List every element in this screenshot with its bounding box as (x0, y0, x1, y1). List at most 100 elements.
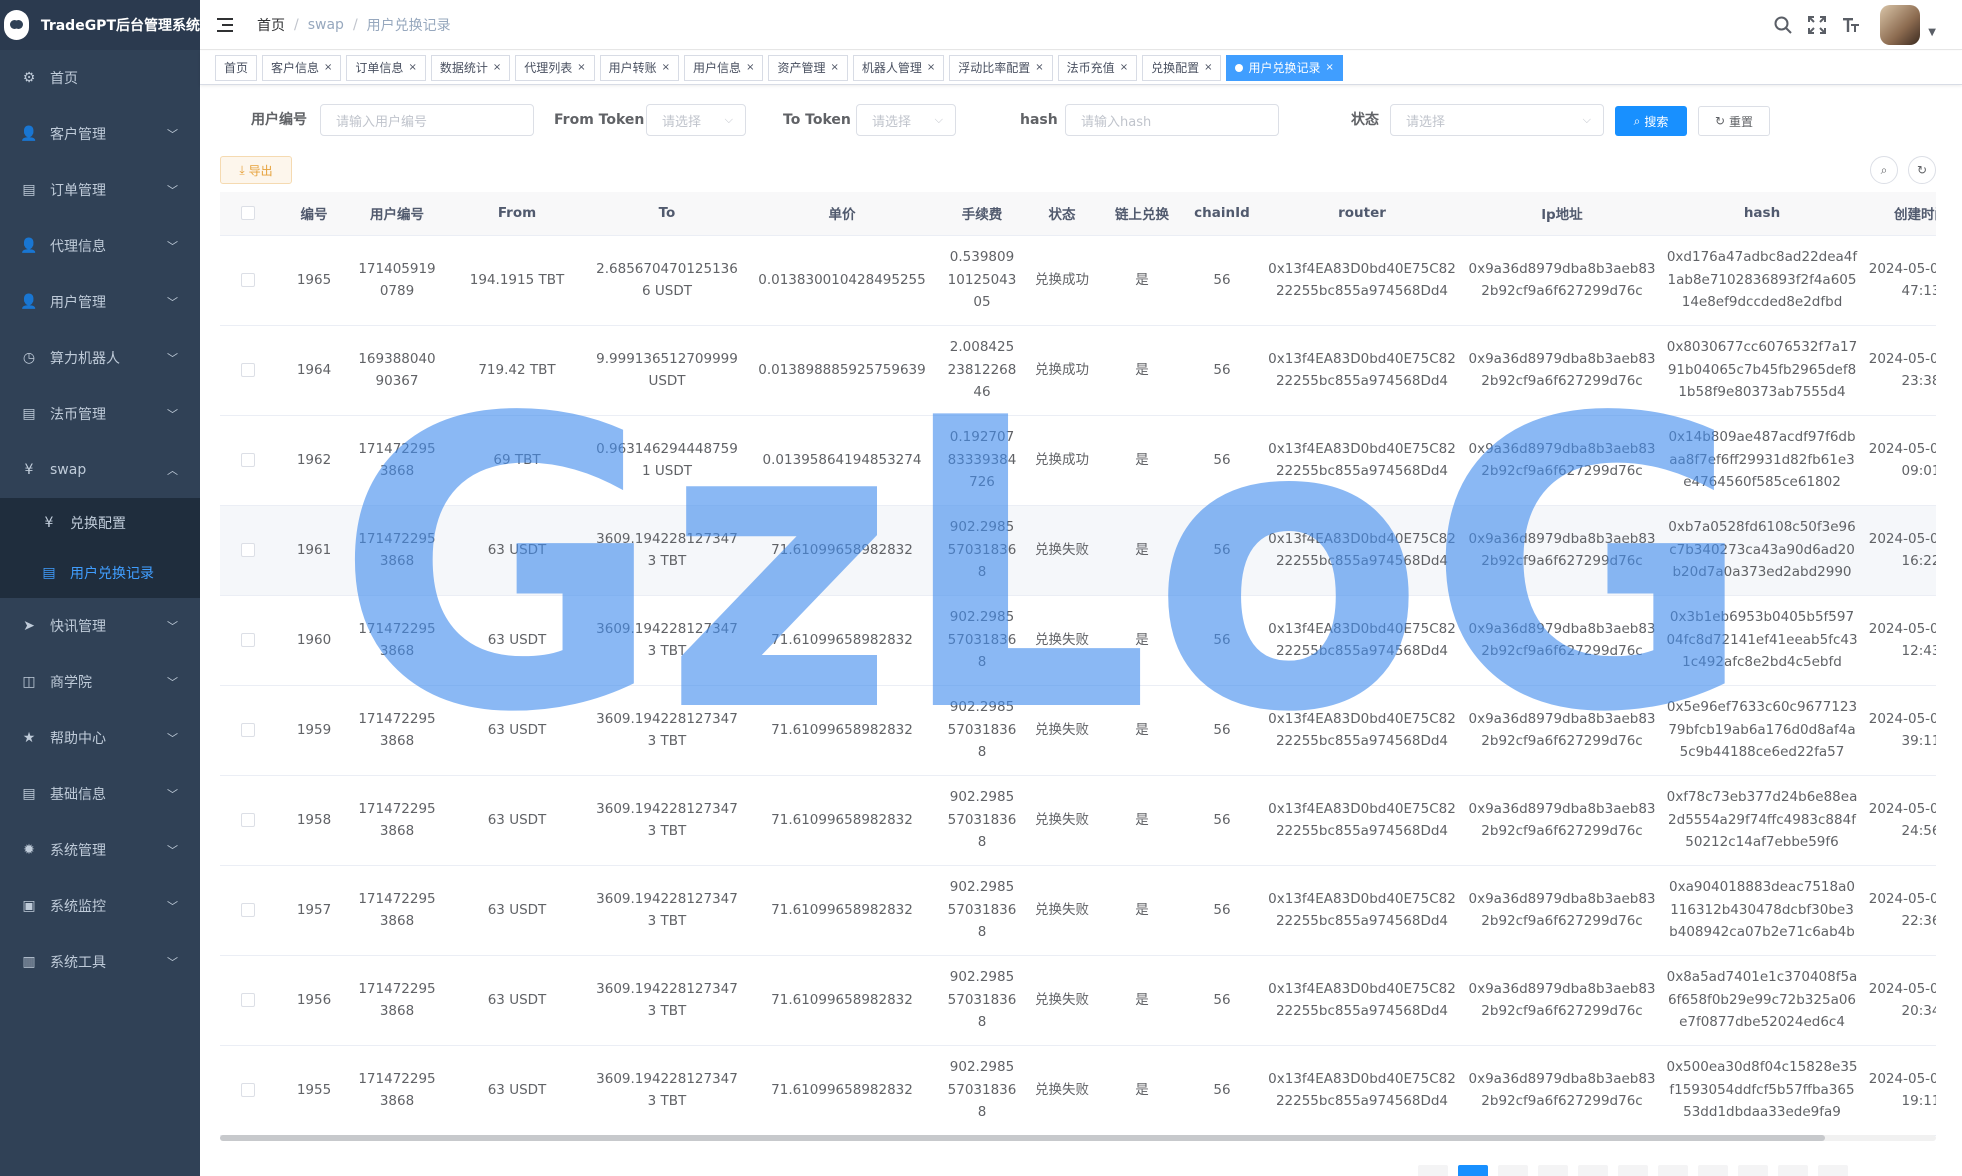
close-icon[interactable]: × (662, 62, 670, 73)
row-checkbox[interactable] (241, 542, 255, 557)
table-row[interactable]: 1955 1714722953868 63 USDT 3609.19422812734… (220, 1045, 1936, 1136)
tag-10[interactable]: 法币充值 × (1057, 54, 1138, 81)
tag-2[interactable]: 订单信息 × (346, 54, 426, 81)
tag-8[interactable]: 机器人管理 × (852, 54, 945, 81)
sidebar-item-swap-config[interactable]: ¥ 兑换配置 (0, 498, 200, 548)
cell-to: 3609.1942281273473 TBT (592, 775, 742, 866)
search-button[interactable]: ⌕ 搜索 (1615, 106, 1687, 136)
close-icon[interactable]: × (1204, 62, 1212, 73)
table-row[interactable]: 1965 1714059190789 194.1915 TBT 2.685670470… (220, 235, 1936, 326)
tag-7[interactable]: 资产管理 × (768, 54, 848, 81)
table-row[interactable]: 1960 1714722953868 63 USDT 3609.19422812734… (220, 595, 1936, 686)
row-checkbox[interactable] (241, 902, 255, 917)
sidebar-item-10[interactable]: ★ 帮助中心 ﹀ (0, 710, 200, 766)
sidebar-item-1[interactable]: 👤 客户管理 ﹀ (0, 106, 200, 162)
document-icon: ▤ (22, 786, 36, 802)
sidebar-item-5[interactable]: ◷ 算力机器人 ﹀ (0, 330, 200, 386)
page-button[interactable] (1618, 1165, 1648, 1176)
page-button[interactable] (1738, 1165, 1768, 1176)
table-row[interactable]: 1959 1714722953868 63 USDT 3609.19422812734… (220, 685, 1936, 776)
search-icon[interactable] (1772, 14, 1794, 36)
cell-time: 2024-05-05 14:20:34 (1862, 955, 1936, 1046)
sidebar-item-2[interactable]: ▤ 订单管理 ﹀ (0, 162, 200, 218)
font-size-icon[interactable] (1840, 14, 1862, 36)
toggle-search-button[interactable]: ⌕ (1870, 156, 1898, 184)
tag-9[interactable]: 浮动比率配置 × (949, 54, 1053, 81)
tag-1[interactable]: 客户信息 × (262, 54, 342, 81)
table-row[interactable]: 1957 1714722953868 63 USDT 3609.19422812734… (220, 865, 1936, 956)
close-icon[interactable]: × (746, 62, 754, 73)
sidebar-item-11[interactable]: ▤ 基础信息 ﹀ (0, 766, 200, 822)
tag-0[interactable]: 首页 (215, 54, 258, 81)
sidebar-item-14[interactable]: ▥ 系统工具 ﹀ (0, 934, 200, 990)
close-icon[interactable]: × (927, 62, 935, 73)
refresh-button[interactable]: ↻ (1908, 156, 1936, 184)
sidebar-item-0[interactable]: ⚙ 首页 (0, 50, 200, 106)
sidebar-item-4[interactable]: 👤 用户管理 ﹀ (0, 274, 200, 330)
row-checkbox[interactable] (241, 1082, 255, 1097)
row-checkbox[interactable] (241, 722, 255, 737)
table-row[interactable]: 1956 1714722953868 63 USDT 3609.19422812734… (220, 955, 1936, 1046)
row-checkbox[interactable] (241, 452, 255, 467)
tag-5[interactable]: 用户转账 × (599, 54, 680, 81)
row-checkbox[interactable] (241, 812, 255, 827)
caret-down-icon[interactable]: ▼ (1928, 27, 1936, 38)
row-checkbox[interactable] (241, 632, 255, 647)
cell-onchain: 是 (1102, 235, 1182, 326)
status-select[interactable]: 请选择 ⌵ (1390, 104, 1604, 136)
page-button[interactable] (1498, 1165, 1528, 1176)
sidebar-item-13[interactable]: ▣ 系统监控 ﹀ (0, 878, 200, 934)
row-checkbox[interactable] (241, 362, 255, 377)
hash-input[interactable]: 请输入hash (1065, 104, 1279, 136)
avatar[interactable] (1880, 5, 1921, 45)
chevron-down-icon: ﹀ (167, 788, 178, 801)
close-icon[interactable]: × (1035, 62, 1043, 73)
row-checkbox[interactable] (241, 272, 255, 287)
hamburger-icon[interactable] (217, 17, 233, 32)
user-no-input[interactable]: 请输入用户编号 (320, 104, 534, 136)
table-row[interactable]: 1964 16938804090367 719.42 TBT 9.9991365127… (220, 325, 1936, 416)
page-button[interactable] (1698, 1165, 1728, 1176)
tag-6[interactable]: 用户信息 × (684, 54, 764, 81)
sidebar-item-9[interactable]: ◫ 商学院 ﹀ (0, 654, 200, 710)
table-row[interactable]: 1962 1714722953868 69 TBT 0.963146294448759… (220, 415, 1936, 506)
to-token-select[interactable]: 请选择 ⌵ (856, 104, 956, 136)
export-button[interactable]: ⤓ 导出 (220, 156, 292, 184)
close-icon[interactable]: × (324, 62, 332, 73)
tag-11[interactable]: 兑换配置 × (1142, 54, 1222, 81)
horizontal-scrollbar[interactable] (220, 1135, 1936, 1141)
page-button[interactable] (1658, 1165, 1688, 1176)
page-button[interactable] (1538, 1165, 1568, 1176)
scrollbar-thumb[interactable] (220, 1135, 1825, 1141)
page-current[interactable] (1458, 1165, 1488, 1176)
sidebar-item-swap-records[interactable]: ▤ 用户兑换记录 (0, 548, 200, 598)
page-prev[interactable] (1418, 1165, 1448, 1176)
fullscreen-icon[interactable] (1806, 14, 1828, 36)
close-icon[interactable]: × (1326, 62, 1334, 73)
sidebar-item-6[interactable]: ▤ 法币管理 ﹀ (0, 386, 200, 442)
breadcrumb-home[interactable]: 首页 (257, 15, 285, 35)
table-row[interactable]: 1958 1714722953868 63 USDT 3609.19422812734… (220, 775, 1936, 866)
sidebar-item-3[interactable]: 👤 代理信息 ﹀ (0, 218, 200, 274)
sidebar-item-8[interactable]: ➤ 快讯管理 ﹀ (0, 598, 200, 654)
select-all-checkbox[interactable] (241, 206, 255, 221)
sidebar-item-7[interactable]: ¥ swap ︿ (0, 442, 200, 498)
page-next[interactable] (1818, 1165, 1848, 1176)
breadcrumb-swap[interactable]: swap (308, 17, 344, 33)
from-token-select[interactable]: 请选择 ⌵ (646, 104, 746, 136)
page-button[interactable] (1778, 1165, 1808, 1176)
tag-12[interactable]: 用户兑换记录 × (1226, 54, 1343, 81)
page-button[interactable] (1578, 1165, 1608, 1176)
close-icon[interactable]: × (577, 62, 585, 73)
close-icon[interactable]: × (493, 62, 501, 73)
close-icon[interactable]: × (408, 62, 416, 73)
sidebar-item-12[interactable]: ✹ 系统管理 ﹀ (0, 822, 200, 878)
table-row[interactable]: 1961 1714722953868 63 USDT 3609.19422812734… (220, 505, 1936, 596)
sidebar-logo[interactable]: TradeGPT后台管理系统 (0, 0, 200, 50)
row-checkbox[interactable] (241, 992, 255, 1007)
reset-button[interactable]: ↻ 重置 (1698, 106, 1770, 136)
tag-3[interactable]: 数据统计 × (430, 54, 511, 81)
close-icon[interactable]: × (830, 62, 838, 73)
close-icon[interactable]: × (1120, 62, 1128, 73)
tag-4[interactable]: 代理列表 × (515, 54, 595, 81)
